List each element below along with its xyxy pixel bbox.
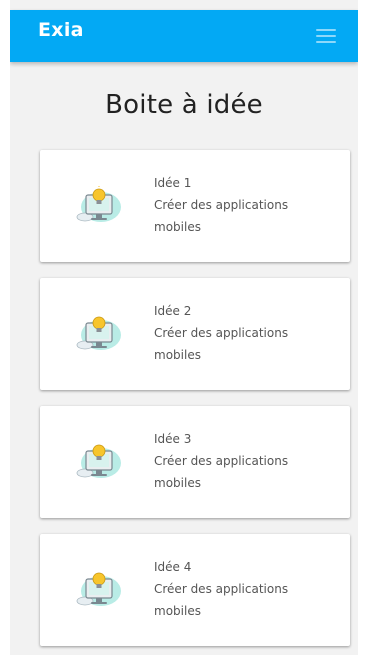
idea-description: Créer des applications mobiles bbox=[154, 326, 289, 362]
lightbulb-computer-icon bbox=[76, 186, 121, 222]
idea-card-text: Idée 1 Créer des applications mobiles bbox=[154, 172, 304, 238]
idea-list: Idée 1 Créer des applications mobiles Id… bbox=[10, 150, 358, 646]
menu-line bbox=[316, 41, 336, 43]
app-frame: Exia Boite à idée Idée 1 Créer des appli… bbox=[10, 0, 358, 655]
app-bar: Exia bbox=[10, 10, 358, 62]
idea-card[interactable]: Idée 3 Créer des applications mobiles bbox=[40, 406, 350, 518]
idea-title: Idée 1 bbox=[154, 176, 192, 190]
idea-title: Idée 4 bbox=[154, 560, 192, 574]
idea-card[interactable]: Idée 4 Créer des applications mobiles bbox=[40, 534, 350, 646]
lightbulb-computer-icon bbox=[76, 572, 121, 606]
menu-line bbox=[316, 35, 336, 37]
hamburger-menu-icon[interactable] bbox=[316, 29, 336, 43]
menu-line bbox=[316, 29, 336, 31]
idea-description: Créer des applications mobiles bbox=[154, 198, 289, 234]
idea-title: Idée 3 bbox=[154, 432, 192, 446]
lightbulb-computer-icon bbox=[76, 316, 121, 350]
idea-card-text: Idée 4 Créer des applications mobiles bbox=[154, 556, 304, 622]
idea-card[interactable]: Idée 2 Créer des applications mobiles bbox=[40, 278, 350, 390]
idea-card-text: Idée 2 Créer des applications mobiles bbox=[154, 300, 304, 366]
page-title: Boite à idée bbox=[105, 90, 263, 120]
idea-description: Créer des applications mobiles bbox=[154, 582, 289, 618]
brand-title[interactable]: Exia bbox=[38, 19, 84, 41]
idea-description: Créer des applications mobiles bbox=[154, 454, 289, 490]
lightbulb-computer-icon bbox=[76, 444, 121, 478]
idea-card[interactable]: Idée 1 Créer des applications mobiles bbox=[40, 150, 350, 262]
idea-title: Idée 2 bbox=[154, 304, 192, 318]
idea-card-text: Idée 3 Créer des applications mobiles bbox=[154, 428, 304, 494]
